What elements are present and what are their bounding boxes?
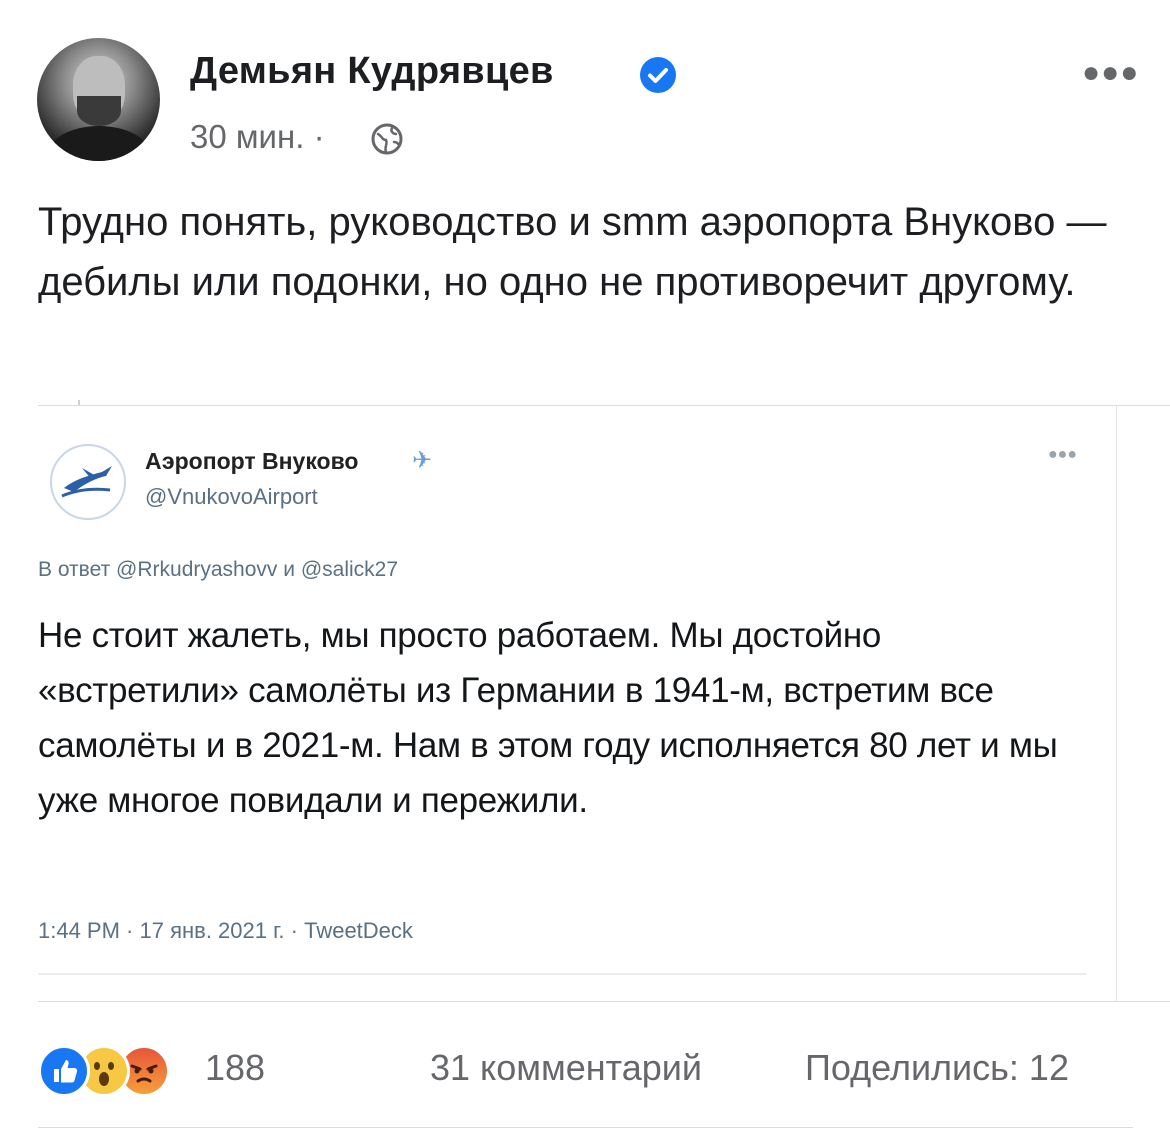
tweet-timestamp[interactable]: 1:44 PM · 17 янв. 2021 г. · TweetDeck [38,918,413,944]
tweet-more-icon[interactable]: ●●● [1048,446,1077,464]
reaction-icons[interactable] [38,1045,178,1097]
like-reaction-icon [38,1045,90,1097]
plane-icon: ✈ [412,447,433,474]
post-meta: 30 мин. · [190,118,325,156]
reply-prefix: В ответ [38,558,111,581]
post-time[interactable]: 30 мин. [190,118,304,155]
author-name[interactable]: Демьян Кудрявцев [190,50,554,93]
vnukovo-logo-icon [50,444,126,520]
meta-separator: · [313,118,325,155]
reply-and: и [283,558,295,581]
more-horizontal-icon[interactable]: ●●● [1082,56,1139,90]
tweet-author-name[interactable]: Аэропорт Внуково [145,448,358,475]
author-avatar[interactable] [37,38,160,161]
tweet-divider [38,973,1086,975]
tweet-card: Аэропорт Внуково ✈ @VnukovoAirport ●●● В… [38,406,1117,1001]
embedded-tweet-screenshot[interactable]: Аэропорт Внуково ✈ @VnukovoAirport ●●● В… [38,405,1170,1002]
reply-user-link[interactable]: @salick27 [301,558,398,581]
avatar-body [47,126,151,161]
tweet-text: Не стоит жалеть, мы просто работаем. Мы … [38,616,1058,820]
verified-badge-icon [640,57,676,93]
globe-icon[interactable] [370,122,404,156]
comments-count[interactable]: 31 комментарий [430,1047,702,1089]
shares-count[interactable]: Поделились: 12 [805,1047,1069,1089]
reply-context: В ответ @Rrkudryashovv и @salick27 [38,558,398,582]
post-text: Трудно понять, руководство и smm аэропор… [38,200,1107,304]
tweet-author-handle[interactable]: @VnukovoAirport [145,484,318,510]
reactions-count[interactable]: 188 [205,1047,265,1089]
reply-user-link[interactable]: @Rrkudryashovv [116,558,277,581]
avatar-beard [77,96,121,126]
footer-divider [38,1127,1133,1128]
